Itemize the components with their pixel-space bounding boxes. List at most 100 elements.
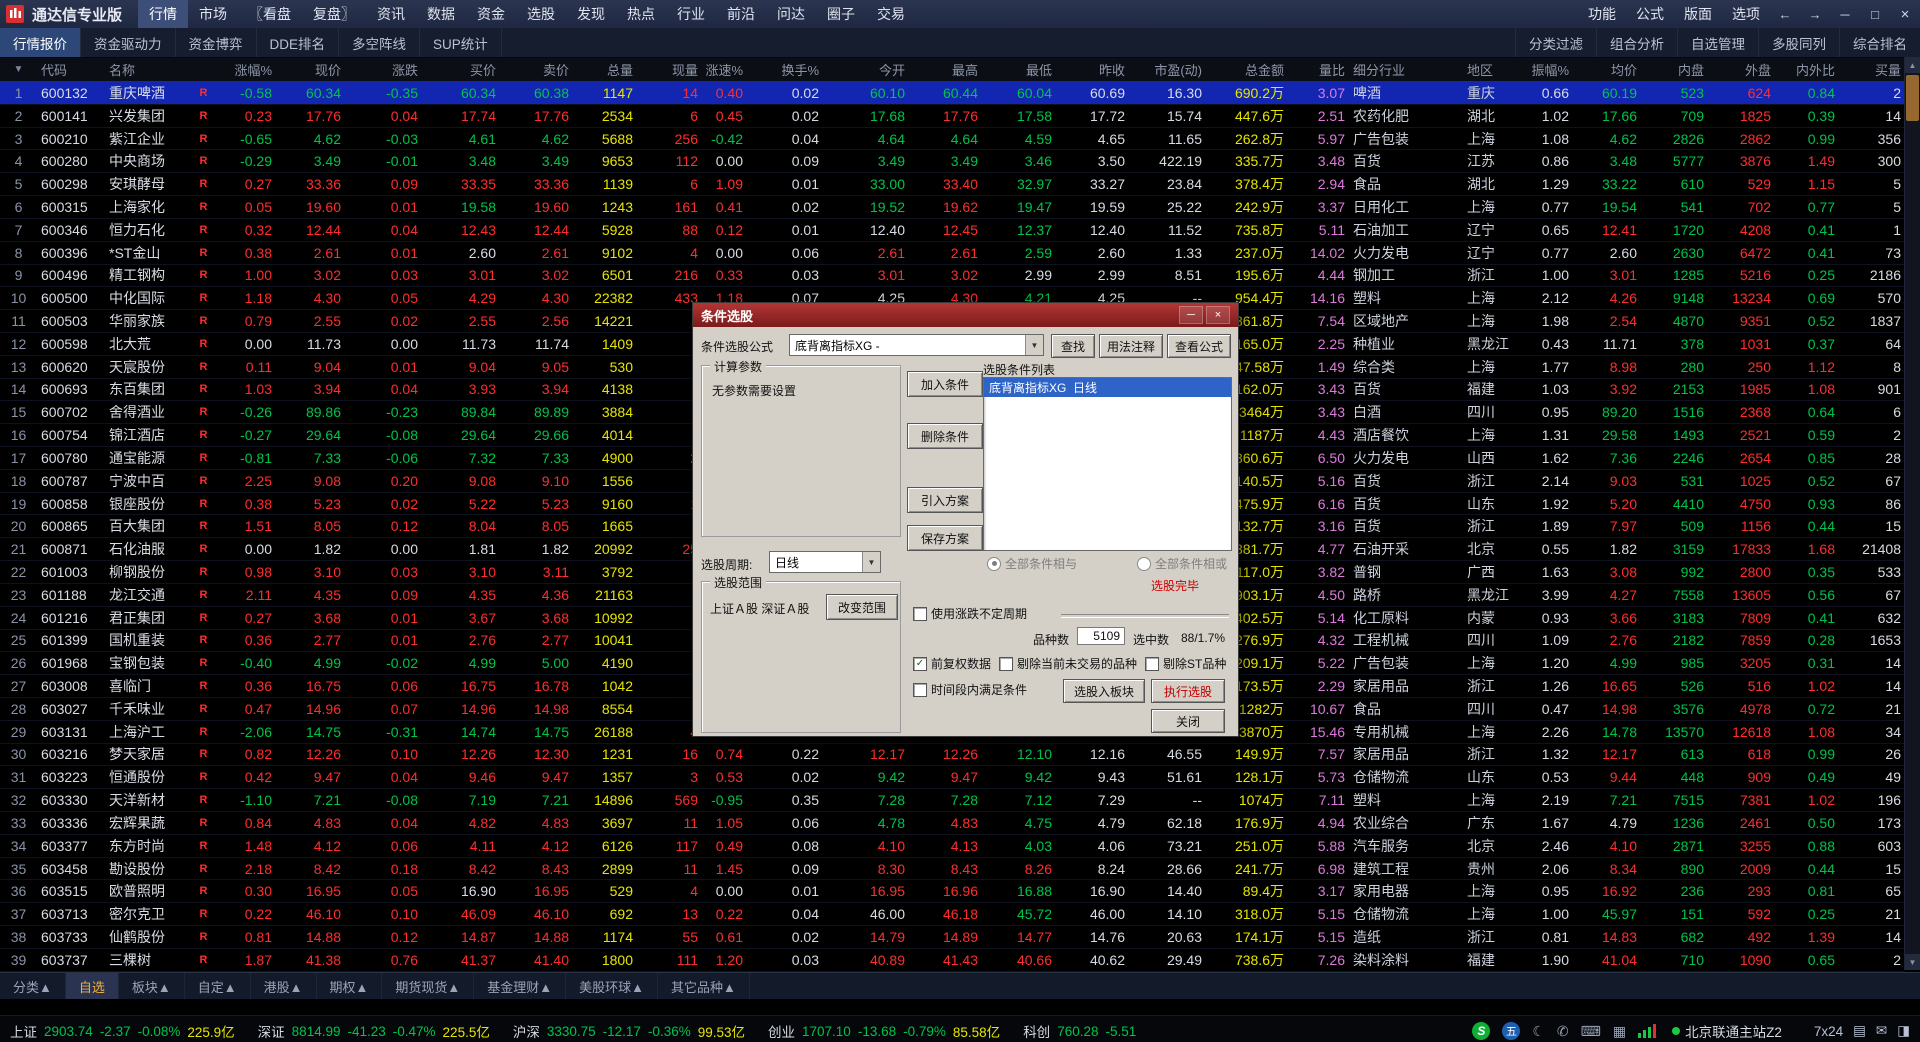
title-menu-item[interactable]: 选项 (1722, 4, 1770, 24)
column-header[interactable]: 量比 (1288, 58, 1349, 81)
scroll-up-icon[interactable]: ▲ (1905, 57, 1920, 73)
toolbar-right-item[interactable]: 分类过滤 (1515, 28, 1596, 57)
column-header[interactable]: 换手% (747, 58, 823, 81)
index-quote[interactable]: 深证8814.99-41.23-0.47%225.5亿 (258, 1021, 497, 1041)
table-row[interactable]: 3600210紫江企业R-0.654.62-0.034.614.62568825… (0, 128, 1905, 151)
view-formula-button[interactable]: 查看公式 (1167, 334, 1231, 358)
filter-icon[interactable]: ▼ (14, 64, 24, 75)
dialog-title-bar[interactable]: 条件选股 ─ × (693, 303, 1238, 327)
menu-item[interactable]: 圈子 (816, 0, 866, 28)
title-menu-item[interactable]: 版面 (1674, 4, 1722, 24)
table-row[interactable]: 30603216梦天家居R0.8212.260.1012.2612.301231… (0, 744, 1905, 767)
chevron-down-icon[interactable]: ▼ (862, 552, 880, 572)
column-header[interactable]: 现量 (637, 58, 702, 81)
menu-item[interactable]: 发现 (566, 0, 616, 28)
chevron-down-icon[interactable]: ▼ (1025, 335, 1043, 355)
menu-item[interactable]: 行业 (666, 0, 716, 28)
table-row[interactable]: 1600132重庆啤酒R-0.5860.34-0.3560.3460.38114… (0, 82, 1905, 105)
table-row[interactable]: 7600346恒力石化R0.3212.440.0412.4312.4459288… (0, 219, 1905, 242)
column-header[interactable]: 最高 (909, 58, 982, 81)
scroll-down-icon[interactable]: ▼ (1905, 954, 1920, 970)
period-select[interactable]: 日线 ▼ (769, 551, 881, 573)
dialog-close-button[interactable]: × (1206, 306, 1230, 324)
night-mode-icon[interactable]: ☾ (1532, 1023, 1545, 1040)
table-row[interactable]: 34603377东方时尚R1.484.120.064.114.126126117… (0, 835, 1905, 858)
toolbar-tab[interactable]: 资金驱动力 (81, 28, 176, 57)
column-header[interactable]: 最低 (982, 58, 1056, 81)
import-plan-button[interactable]: 引入方案 (907, 487, 983, 513)
find-button[interactable]: 查找 (1051, 334, 1095, 358)
bottom-tab[interactable]: 基金理财▲ (474, 973, 566, 999)
table-row[interactable]: 2600141兴发集团R0.2317.760.0417.7417.7625346… (0, 105, 1905, 128)
column-header[interactable]: 涨速% (702, 58, 747, 81)
sound-icon[interactable]: ◨ (1897, 1023, 1910, 1039)
toolbar-tab[interactable]: 资金博弈 (176, 28, 257, 57)
table-row[interactable]: 6600315上海家化R0.0519.600.0119.5819.6012431… (0, 196, 1905, 219)
column-header[interactable]: 总量 (573, 58, 637, 81)
column-header[interactable]: 昨收 (1056, 58, 1129, 81)
maximize-button[interactable]: □ (1860, 0, 1890, 28)
to-block-button[interactable]: 选股入板块 (1063, 679, 1145, 703)
bottom-tab[interactable]: 期货现货▲ (382, 973, 474, 999)
table-row[interactable]: 33603336宏辉果蔬R0.844.830.044.824.833697111… (0, 812, 1905, 835)
column-header[interactable]: 地区 (1463, 58, 1518, 81)
column-header[interactable]: 外盘 (1708, 58, 1775, 81)
condition-list-item[interactable]: 底背离指标XG 日线 (984, 378, 1231, 397)
title-menu-item[interactable]: 公式 (1626, 4, 1674, 24)
add-condition-button[interactable]: 加入条件 (907, 371, 983, 397)
exclude-st-checkbox[interactable]: 剔除ST品种 (1145, 655, 1226, 672)
table-row[interactable]: 9600496精工钢构R1.003.020.033.013.0265012160… (0, 265, 1905, 288)
column-header[interactable]: 今开 (823, 58, 909, 81)
toolbar-right-item[interactable]: 组合分析 (1596, 28, 1677, 57)
menu-item[interactable]: 行情 (138, 0, 188, 28)
table-row[interactable]: 36603515欧普照明R0.3016.950.0516.9016.955294… (0, 880, 1905, 903)
message-icon[interactable]: ✉ (1876, 1023, 1887, 1039)
index-quote[interactable]: 上证2903.74-2.37-0.08%225.9亿 (10, 1021, 242, 1041)
forward-icon[interactable]: → (1800, 0, 1830, 28)
condition-listbox[interactable]: 底背离指标XG 日线 (983, 377, 1232, 551)
toolbar-tab[interactable]: SUP统计 (420, 28, 502, 57)
table-row[interactable]: 5600298安琪酵母R0.2733.360.0933.3533.3611396… (0, 173, 1905, 196)
remove-condition-button[interactable]: 删除条件 (907, 423, 983, 449)
change-range-button[interactable]: 改变范围 (826, 594, 898, 620)
menu-item[interactable]: 选股 (516, 0, 566, 28)
bottom-tab[interactable]: 自定▲ (185, 973, 251, 999)
menu-item[interactable]: 交易 (866, 0, 916, 28)
close-button[interactable]: × (1890, 0, 1920, 28)
menu-item[interactable]: 资讯 (366, 0, 416, 28)
toolbar-tab[interactable]: 行情报价 (0, 28, 81, 57)
column-header[interactable]: 内外比 (1775, 58, 1839, 81)
dialog-minimize-button[interactable]: ─ (1179, 306, 1203, 324)
exclude-untraded-checkbox[interactable]: 剔除当前未交易的品种 (999, 655, 1137, 672)
usage-note-button[interactable]: 用法注释 (1099, 334, 1163, 358)
toolbar-right-item[interactable]: 多股同列 (1758, 28, 1839, 57)
table-row[interactable]: 31603223恒通股份R0.429.470.049.469.47135730.… (0, 766, 1905, 789)
minimize-button[interactable]: ─ (1830, 0, 1860, 28)
column-header[interactable]: 现价 (276, 58, 345, 81)
index-quote[interactable]: 沪深3330.75-12.17-0.36%99.53亿 (513, 1021, 752, 1041)
formula-select[interactable]: 底背离指标XG - ▼ (789, 334, 1044, 356)
menu-item[interactable]: 数据 (416, 0, 466, 28)
radio-all-and[interactable]: 全部条件相与 (987, 555, 1077, 572)
mobile-icon[interactable]: ✆ (1557, 1023, 1569, 1040)
menu-item[interactable]: 资金 (466, 0, 516, 28)
table-row[interactable]: 35603458勘设股份R2.188.420.188.428.432899111… (0, 858, 1905, 881)
menu-item[interactable]: 〖看盘 (238, 0, 302, 28)
column-header[interactable]: 涨幅% (222, 58, 276, 81)
bottom-tab[interactable]: 自选 (66, 973, 119, 999)
column-header[interactable]: 市盈(动) (1129, 58, 1206, 81)
scrollbar-thumb[interactable] (1906, 75, 1919, 121)
back-icon[interactable]: ← (1770, 0, 1800, 28)
column-header[interactable]: 代码 (37, 58, 105, 81)
toolbar-tab[interactable]: 多空阵线 (339, 28, 420, 57)
updown-period-checkbox[interactable]: 使用涨跌不定周期 (913, 605, 1027, 622)
radio-all-or[interactable]: 全部条件相或 (1137, 555, 1227, 572)
column-header[interactable]: ▼ (0, 58, 37, 81)
menu-item[interactable]: 前沿 (716, 0, 766, 28)
column-header[interactable]: 总金额 (1206, 58, 1288, 81)
index-quote[interactable]: 科创760.28-5.51 (1023, 1021, 1143, 1041)
column-header[interactable] (185, 58, 222, 81)
save-plan-button[interactable]: 保存方案 (907, 525, 983, 551)
index-quote[interactable]: 创业1707.10-13.68-0.79%85.58亿 (768, 1021, 1007, 1041)
input-method-icon[interactable]: 五 (1502, 1022, 1520, 1040)
